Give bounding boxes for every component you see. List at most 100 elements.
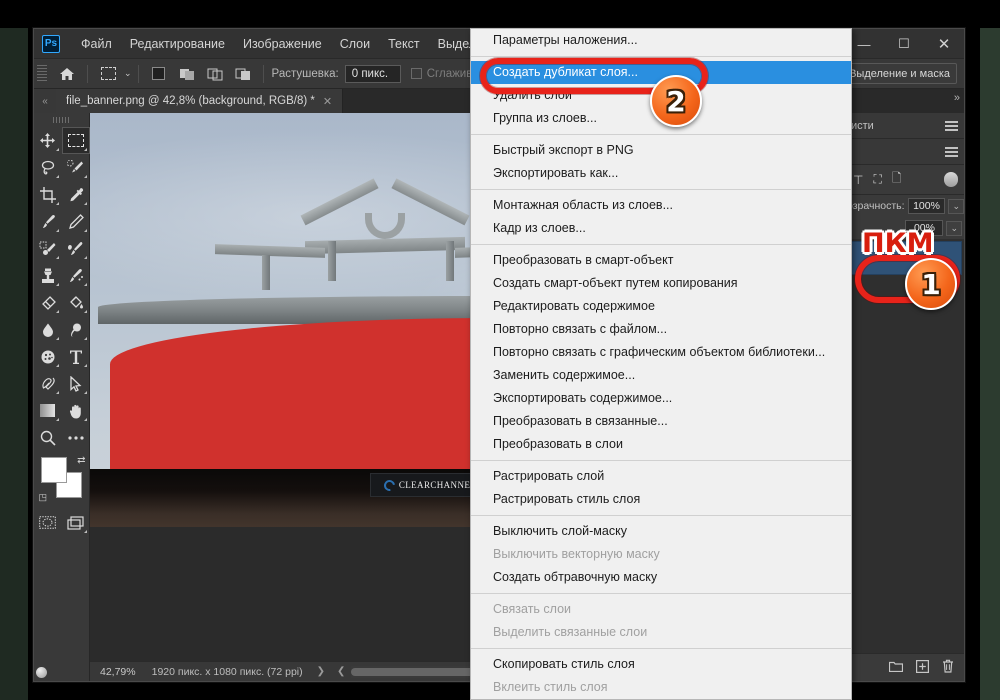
- new-selection-icon[interactable]: [146, 63, 172, 85]
- select-and-mask-button[interactable]: Выделение и маска: [842, 63, 957, 84]
- panel-knob[interactable]: [944, 172, 958, 187]
- default-colors-icon[interactable]: ◳: [39, 492, 48, 503]
- menu-image[interactable]: Изображение: [234, 33, 331, 55]
- document-tab[interactable]: file_banner.png @ 42,8% (background, RGB…: [56, 89, 344, 113]
- context-menu-item[interactable]: Монтажная область из слоев...: [471, 194, 851, 217]
- dodge-tool-icon[interactable]: [62, 316, 90, 343]
- rectangular-marquee-icon[interactable]: [95, 63, 121, 85]
- toolbox-grip[interactable]: [52, 117, 71, 123]
- screen-mode-icon[interactable]: [62, 509, 90, 536]
- mask-icon[interactable]: 🗋: [892, 169, 902, 190]
- spot-healing-brush-tool-icon[interactable]: [34, 235, 62, 262]
- tool-row-4: [34, 208, 90, 235]
- options-separator-1: [87, 64, 88, 83]
- pencil-tool-icon[interactable]: [62, 208, 90, 235]
- brushes-panel-header[interactable]: исти: [845, 113, 964, 139]
- antialias-checkbox[interactable]: [410, 68, 422, 79]
- context-menu-item[interactable]: Создать обтравочную маску: [471, 566, 851, 589]
- hand-tool-icon[interactable]: [62, 397, 90, 424]
- zoom-tool-icon[interactable]: [34, 424, 62, 451]
- screenshot-root: Ps Файл Редактирование Изображение Слои …: [0, 0, 1000, 700]
- mixer-brush-tool-icon[interactable]: [62, 235, 90, 262]
- new-group-icon[interactable]: [888, 660, 904, 675]
- foreground-color-swatch[interactable]: [40, 457, 67, 483]
- pen-tool-icon[interactable]: [34, 370, 62, 397]
- context-menu-item[interactable]: Быстрый экспорт в PNG: [471, 139, 851, 162]
- feather-input[interactable]: 0 пикс.: [344, 64, 401, 83]
- eyedropper-tool-icon[interactable]: [62, 181, 90, 208]
- status-expand-icon[interactable]: ❯: [311, 666, 331, 677]
- context-menu-item[interactable]: Параметры наложения...: [471, 29, 851, 52]
- transform-icon[interactable]: ⛶: [873, 172, 881, 187]
- layer-context-menu[interactable]: Параметры наложения... Создать дубликат с…: [470, 28, 852, 700]
- fill-chevron-down-icon[interactable]: ⌄: [946, 220, 962, 236]
- status-collapse-icon[interactable]: ❮: [331, 666, 351, 677]
- new-layer-icon[interactable]: [916, 659, 930, 676]
- zoom-level[interactable]: 42,79%: [90, 666, 144, 678]
- context-menu-item[interactable]: Экспортировать содержимое...: [471, 387, 851, 410]
- layers-panel-menu-icon[interactable]: [945, 146, 958, 157]
- home-icon[interactable]: [54, 63, 80, 85]
- context-menu-item[interactable]: Повторно связать с графическим объектом …: [471, 341, 851, 364]
- context-menu-item[interactable]: Выключить слой-маску: [471, 520, 851, 543]
- rectangular-marquee-tool-icon[interactable]: [61, 127, 90, 154]
- paint-bucket-tool-icon[interactable]: [62, 289, 90, 316]
- desktop-backdrop-right: [980, 0, 1000, 700]
- menu-file[interactable]: Файл: [72, 33, 121, 55]
- menu-edit[interactable]: Редактирование: [121, 33, 234, 55]
- context-menu-item[interactable]: Создать смарт-объект путем копирования: [471, 272, 851, 295]
- context-menu-separator: [471, 244, 851, 245]
- context-menu-item[interactable]: Скопировать стиль слоя: [471, 653, 851, 676]
- gradient-tool-icon[interactable]: [34, 397, 62, 424]
- close-button[interactable]: ✕: [924, 29, 964, 59]
- quick-mask-icon[interactable]: [34, 509, 62, 536]
- context-menu-item[interactable]: Растрировать стиль слоя: [471, 488, 851, 511]
- blur-tool-icon[interactable]: [34, 316, 62, 343]
- context-menu-item[interactable]: Редактировать содержимое: [471, 295, 851, 318]
- options-bar-grip[interactable]: [37, 64, 47, 83]
- menu-text[interactable]: Текст: [379, 33, 428, 55]
- chevron-down-icon[interactable]: ⌄: [124, 68, 132, 79]
- delete-layer-icon[interactable]: [942, 659, 954, 676]
- context-menu-separator: [471, 56, 851, 57]
- context-menu-item[interactable]: Преобразовать в смарт-объект: [471, 249, 851, 272]
- swap-colors-icon[interactable]: ⇄: [77, 455, 85, 466]
- panel-menu-icon[interactable]: [945, 120, 958, 131]
- context-menu-item[interactable]: Кадр из слоев...: [471, 217, 851, 240]
- collapse-panels-icon[interactable]: «: [34, 89, 56, 113]
- context-menu-item[interactable]: Экспортировать как...: [471, 162, 851, 185]
- opacity-label: озрачность:: [847, 200, 905, 212]
- type-tool-icon[interactable]: [62, 343, 90, 370]
- path-selection-tool-icon[interactable]: [62, 370, 90, 397]
- context-menu-item[interactable]: Преобразовать в связанные...: [471, 410, 851, 433]
- history-brush-tool-icon[interactable]: [62, 262, 90, 289]
- intersect-selection-icon[interactable]: [230, 63, 256, 85]
- menu-layers[interactable]: Слои: [331, 33, 379, 55]
- context-menu-item[interactable]: Преобразовать в слои: [471, 433, 851, 456]
- close-icon[interactable]: ✕: [323, 95, 332, 108]
- context-menu-item[interactable]: Повторно связать с файлом...: [471, 318, 851, 341]
- tool-row-11: [34, 397, 90, 424]
- layer-effects-icon[interactable]: [36, 667, 47, 678]
- maximize-button[interactable]: ☐: [884, 29, 924, 59]
- eraser-tool-icon[interactable]: [34, 289, 62, 316]
- text-align-icon[interactable]: ⊤: [853, 173, 863, 187]
- edit-toolbar-tool-icon[interactable]: [62, 424, 90, 451]
- annotation-badge-1: 1: [905, 258, 957, 310]
- opacity-input[interactable]: 100%: [907, 198, 946, 214]
- quick-selection-tool-icon[interactable]: [62, 154, 90, 181]
- clone-stamp-tool-icon[interactable]: [34, 262, 62, 289]
- context-menu-item[interactable]: Растрировать слой: [471, 465, 851, 488]
- expand-panels-icon[interactable]: »: [954, 92, 960, 104]
- add-to-selection-icon[interactable]: [174, 63, 200, 85]
- crop-tool-icon[interactable]: [34, 181, 62, 208]
- context-menu-separator: [471, 648, 851, 649]
- layers-panel-header[interactable]: [845, 139, 964, 165]
- move-tool-icon[interactable]: [34, 127, 62, 154]
- brush-tool-icon[interactable]: [34, 208, 62, 235]
- sponge-tool-icon[interactable]: [34, 343, 62, 370]
- subtract-from-selection-icon[interactable]: [202, 63, 228, 85]
- opacity-chevron-down-icon[interactable]: ⌄: [948, 198, 964, 214]
- context-menu-item[interactable]: Заменить содержимое...: [471, 364, 851, 387]
- lasso-tool-icon[interactable]: [34, 154, 62, 181]
